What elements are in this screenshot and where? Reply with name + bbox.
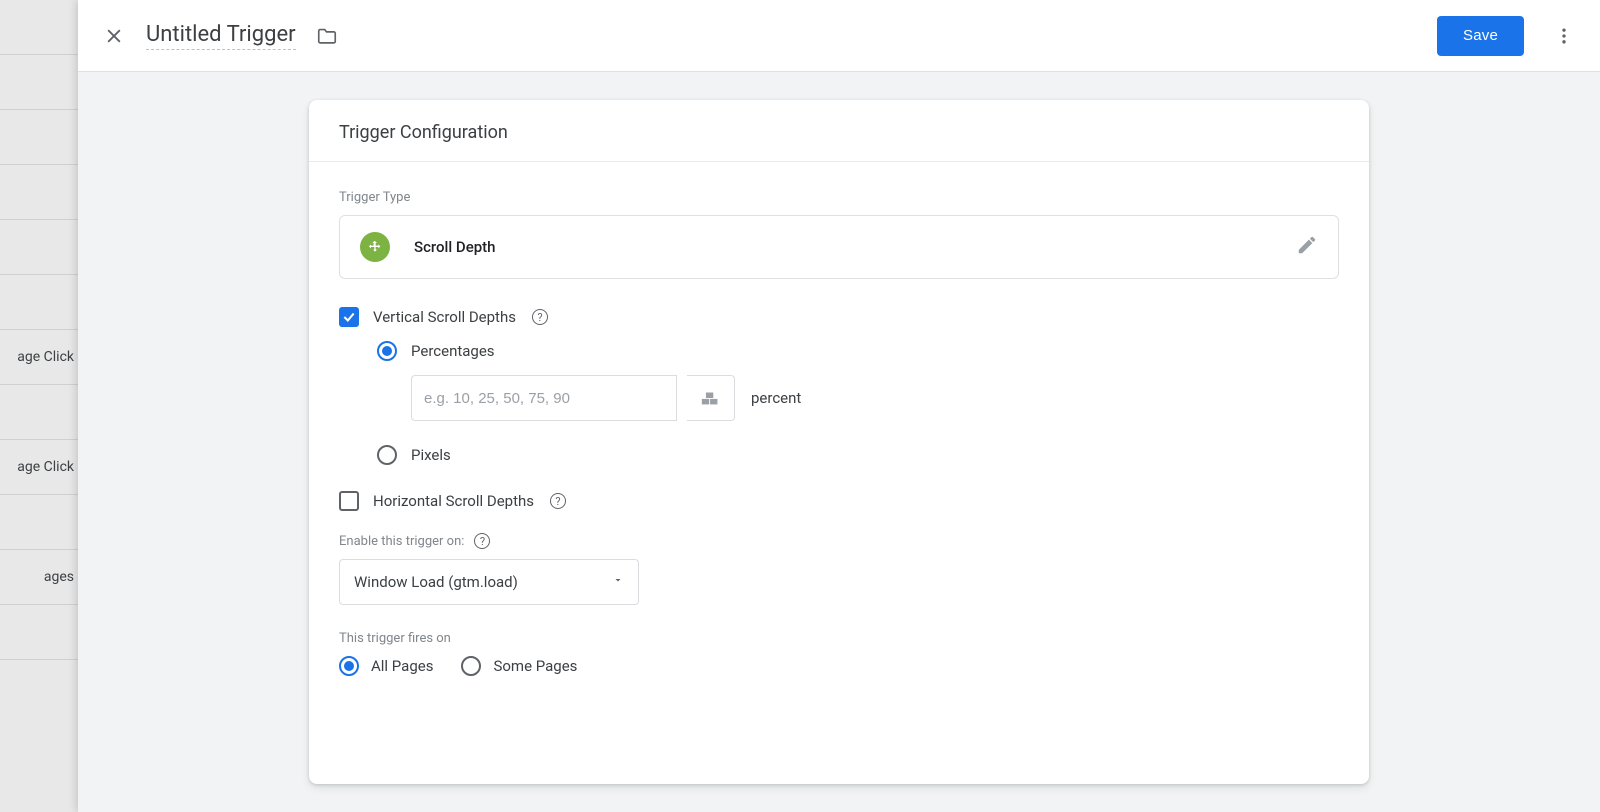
enable-trigger-select[interactable]: Window Load (gtm.load) [339,559,639,605]
trigger-type-selector[interactable]: Scroll Depth [339,215,1339,279]
percentages-input-row: percent [411,375,1339,421]
vertical-scroll-checkbox[interactable] [339,307,359,327]
fires-on-options: All Pages Some Pages [339,656,1339,676]
bg-row [0,495,78,550]
bg-row [0,385,78,440]
pixels-label: Pixels [411,446,451,464]
percentages-radio[interactable] [377,341,397,361]
all-pages-option: All Pages [339,656,433,676]
variable-picker-button[interactable] [687,375,735,421]
card-heading: Trigger Configuration [309,100,1369,162]
enable-help-icon[interactable]: ? [474,533,490,549]
close-icon [104,26,124,46]
vertical-scroll-row: Vertical Scroll Depths ? [339,307,1339,327]
bg-row [0,165,78,220]
percentages-label: Percentages [411,342,495,360]
all-pages-label: All Pages [371,657,433,675]
horizontal-help-icon[interactable]: ? [550,493,566,509]
folder-icon[interactable] [316,25,338,47]
bg-row [0,605,78,660]
fires-on-label: This trigger fires on [339,631,1339,646]
bg-row [0,55,78,110]
save-button[interactable]: Save [1437,16,1524,56]
pixels-radio-row: Pixels [377,445,1339,465]
pixels-radio[interactable] [377,445,397,465]
vertical-scroll-label: Vertical Scroll Depths [373,308,516,326]
bg-row: age Click [0,440,78,495]
trigger-type-name: Scroll Depth [414,238,1296,256]
pencil-icon [1296,234,1318,256]
enable-trigger-label: Enable this trigger on: [339,534,464,549]
background-list: age Click age Click ages [0,0,78,812]
some-pages-option: Some Pages [461,656,577,676]
vertical-help-icon[interactable]: ? [532,309,548,325]
some-pages-radio[interactable] [461,656,481,676]
all-pages-radio[interactable] [339,656,359,676]
horizontal-scroll-label: Horizontal Scroll Depths [373,492,534,510]
close-button[interactable] [102,24,126,48]
kebab-icon [1554,26,1574,46]
percentages-input[interactable] [411,375,677,421]
bg-row [0,275,78,330]
trigger-type-label: Trigger Type [339,190,1339,205]
bg-row [0,220,78,275]
panel-body: Trigger Configuration Trigger Type Scrol… [78,72,1600,812]
chevron-down-icon [612,574,624,590]
bg-row [0,0,78,55]
trigger-title-input[interactable]: Untitled Trigger [146,22,296,50]
panel-header: Untitled Trigger Save [78,0,1600,72]
trigger-edit-panel: Untitled Trigger Save Trigger Configurat… [78,0,1600,812]
scroll-depth-icon [360,232,390,262]
configuration-card: Trigger Configuration Trigger Type Scrol… [309,100,1369,784]
checkmark-icon [342,310,356,324]
edit-trigger-type-button[interactable] [1296,234,1318,260]
bg-row: ages [0,550,78,605]
percentages-radio-row: Percentages [377,341,1339,361]
brick-icon [700,389,722,407]
horizontal-scroll-checkbox[interactable] [339,491,359,511]
some-pages-label: Some Pages [493,657,577,675]
enable-trigger-value: Window Load (gtm.load) [354,573,518,591]
bg-row [0,110,78,165]
bg-row: age Click [0,330,78,385]
more-options-button[interactable] [1552,16,1576,56]
horizontal-scroll-row: Horizontal Scroll Depths ? [339,491,1339,511]
percent-unit-label: percent [751,389,801,407]
